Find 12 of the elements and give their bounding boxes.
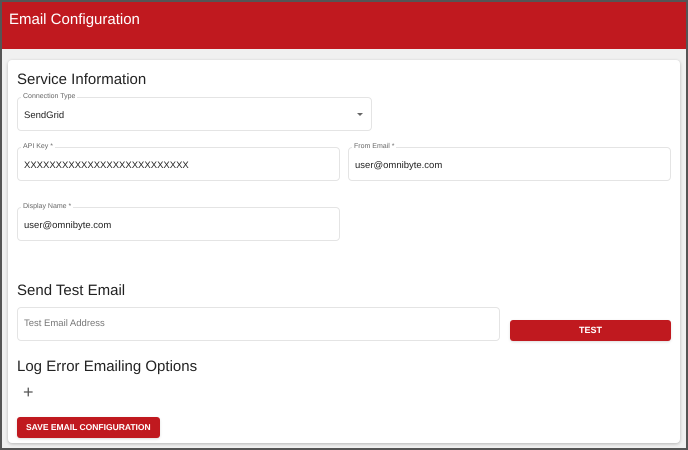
section-heading: Send Test Email [17, 281, 126, 301]
test-button[interactable]: TEST [510, 320, 671, 341]
placeholder-text: Test Email Address [24, 316, 105, 331]
page-title: Email Configuration [9, 11, 140, 28]
dropdown-arrow-icon [357, 112, 363, 116]
field-value: SendGrid [24, 108, 64, 123]
section-heading: Service Information [17, 70, 148, 90]
field-value: user@omnibyte.com [24, 218, 112, 233]
save-button[interactable]: SAVE EMAIL CONFIGURATION [17, 416, 160, 438]
field-value: user@omnibyte.com [355, 158, 442, 173]
field-value: XXXXXXXXXXXXXXXXXXXXXXXXXX [24, 158, 189, 173]
section-heading: Log Error Emailing Options [17, 357, 198, 377]
